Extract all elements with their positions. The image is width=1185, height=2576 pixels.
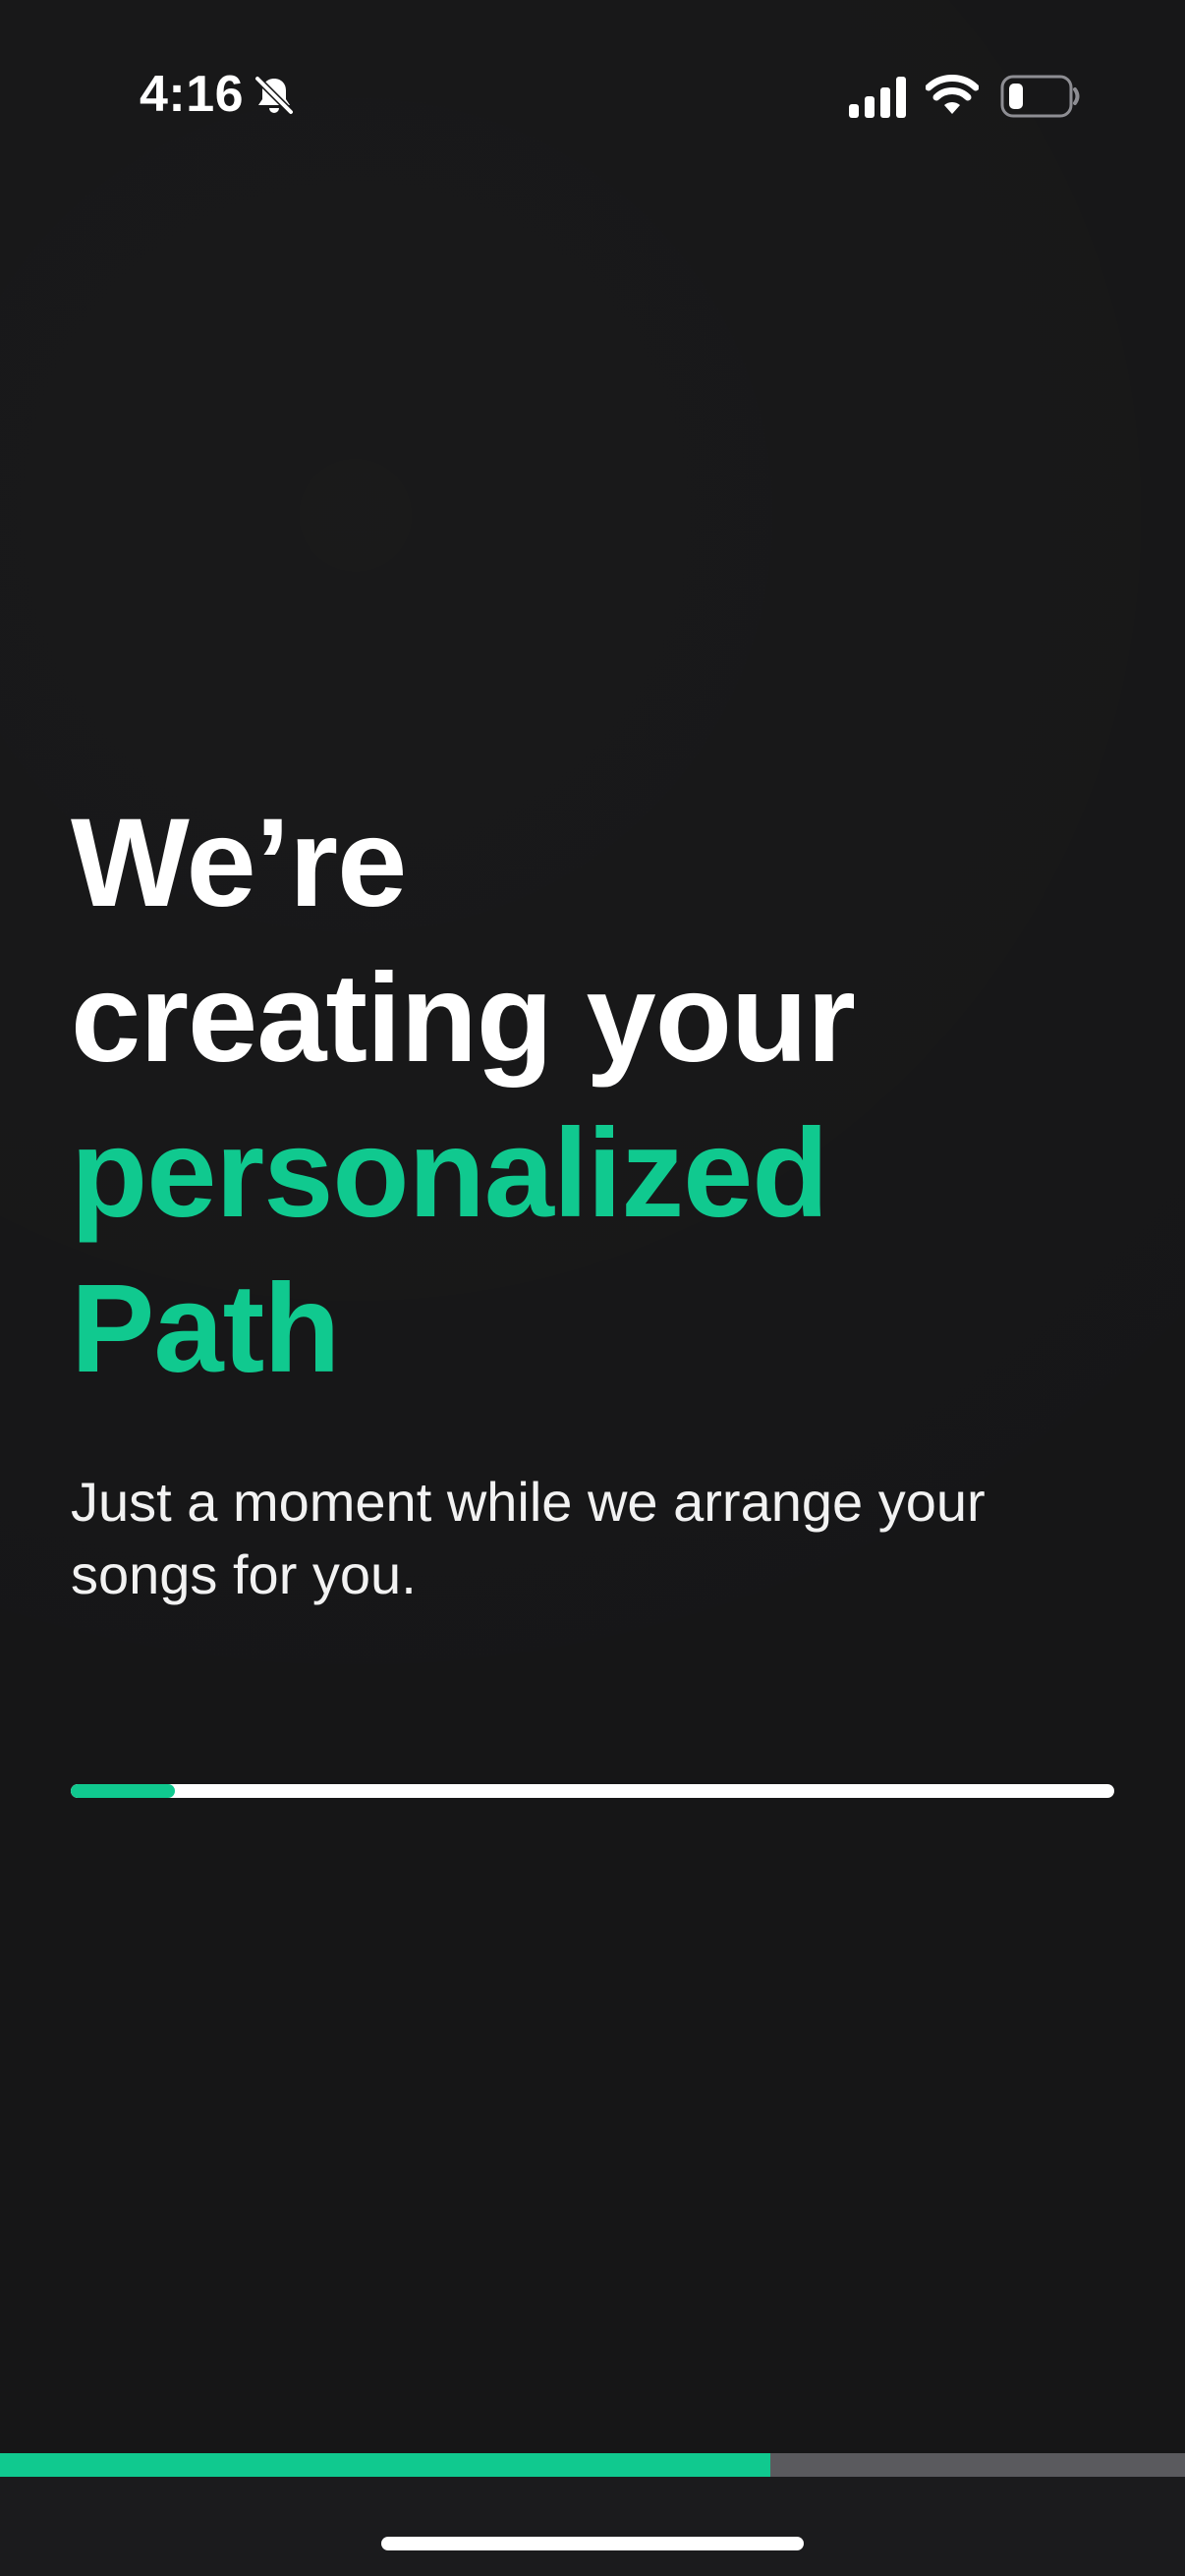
page-title: We’re creating your personalized Path — [71, 786, 1112, 1407]
headline-line-2: creating your — [71, 948, 856, 1089]
onboarding-progress-bar — [0, 2453, 1185, 2477]
status-bar: 4:16 — [0, 0, 1185, 196]
bell-slash-icon — [254, 75, 295, 116]
status-time: 4:16 — [140, 66, 245, 123]
onboarding-progress-fill — [0, 2453, 770, 2477]
headline-line-1: We’re — [71, 793, 407, 933]
bottom-safe-area — [0, 2477, 1185, 2576]
loading-progress-fill — [71, 1784, 176, 1798]
screen: 4:16 We’re creating your personalized Pa… — [0, 0, 1185, 2576]
headline-line-3: personalized — [71, 1103, 828, 1244]
home-indicator[interactable] — [381, 2537, 804, 2550]
loading-progress-bar — [71, 1784, 1114, 1798]
battery-icon — [1000, 75, 1080, 118]
wifi-icon — [926, 75, 979, 114]
subtitle: Just a moment while we arrange your song… — [71, 1471, 986, 1605]
headline-line-4: Path — [71, 1259, 340, 1399]
cellular-signal-icon — [849, 77, 906, 118]
